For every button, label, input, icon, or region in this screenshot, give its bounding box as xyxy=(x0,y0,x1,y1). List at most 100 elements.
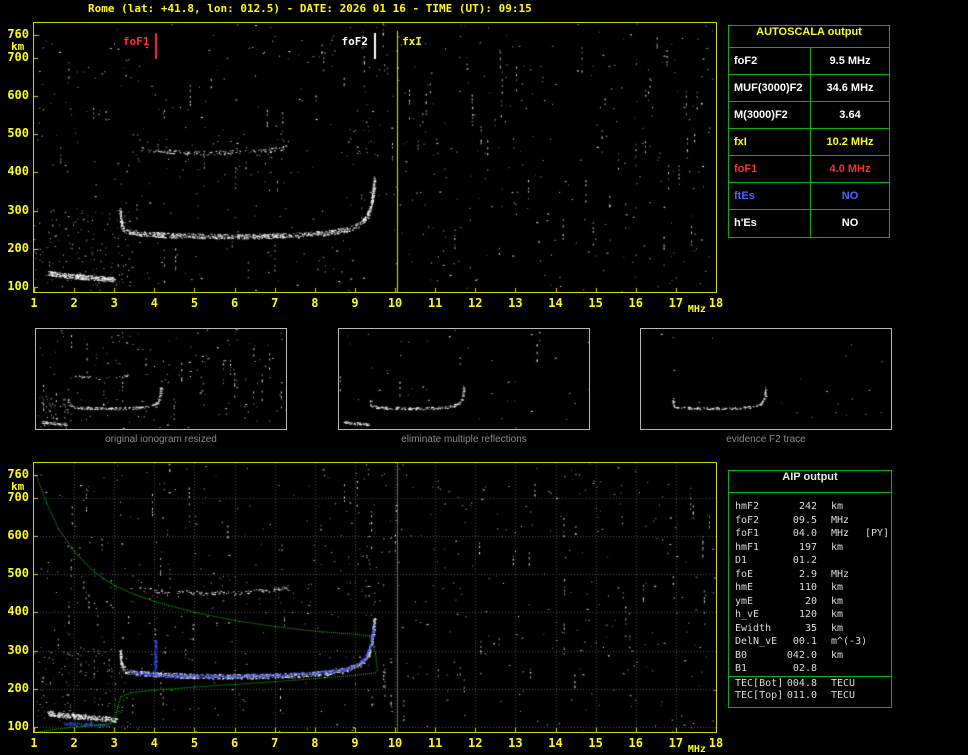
param-extra xyxy=(865,649,891,663)
param-value: 042.0 xyxy=(786,649,817,661)
x-axis-unit: MHz xyxy=(687,744,706,755)
aip-row: DelN_vE 00.1 m^(-3) xyxy=(729,635,891,649)
param-extra xyxy=(865,608,891,622)
x-tick-label: 2 xyxy=(70,736,78,750)
param-value: NO xyxy=(841,217,859,229)
y-tick-label: 760 xyxy=(7,466,29,481)
aip-row: hmE 110 km xyxy=(729,581,891,595)
param-value: 3.64 xyxy=(839,109,861,121)
x-tick-label: 18 xyxy=(708,296,724,310)
y-tick-label: 200 xyxy=(7,240,29,255)
y-axis-unit: km xyxy=(11,479,25,493)
param-extra xyxy=(865,677,891,691)
param-unit: km xyxy=(831,582,844,593)
autoscala-row: h'Es NO xyxy=(729,210,889,237)
x-tick-label: 12 xyxy=(468,296,483,310)
x-tick-label: 17 xyxy=(668,736,684,750)
aip-row: h_vE 120 km xyxy=(729,608,891,622)
param-value: 9.5 MHz xyxy=(829,55,871,67)
param-value: 4.0 MHz xyxy=(829,163,871,175)
param-unit: MHz xyxy=(831,568,850,580)
x-tick-label: 16 xyxy=(628,296,643,310)
aip-row: foE 2.9 MHz xyxy=(729,568,891,582)
x-tick-label: 9 xyxy=(351,736,359,750)
param-unit: km xyxy=(831,595,844,607)
x-tick-label: 3 xyxy=(110,736,118,750)
param-value: 04.0 xyxy=(792,528,817,539)
param-value: 004.8 xyxy=(786,677,817,689)
param-value: 2.9 xyxy=(798,568,817,580)
autoscala-window: { "title": "Rome (lat: +41.8, lon: 012.5… xyxy=(0,0,968,755)
param-unit: MHz xyxy=(831,528,850,539)
y-tick-label: 200 xyxy=(7,680,29,695)
y-tick-label: 400 xyxy=(7,604,29,619)
param-extra xyxy=(865,662,891,676)
x-tick-label: 6 xyxy=(230,296,239,310)
thumbnail-multiple-reflections-removed xyxy=(338,328,590,430)
y-tick-label: 100 xyxy=(7,279,29,294)
param-unit: TECU xyxy=(831,677,856,689)
param-value: 35 xyxy=(804,622,817,634)
param-extra xyxy=(865,554,891,568)
param-extra xyxy=(865,568,891,582)
aip-row: B0 042.0 km xyxy=(729,649,891,663)
aip-row: foF1 04.0 MHz [PY] xyxy=(729,527,891,541)
aip-row: TEC[Bot] 004.8 TECU xyxy=(729,675,891,691)
aip-row: Ewidth 35 km xyxy=(729,622,891,636)
param-label: MUF(3000)F2 xyxy=(729,75,811,101)
thumbnail-caption-f2-trace: evidence F2 trace xyxy=(726,434,806,445)
autoscala-row: foF1 4.0 MHz xyxy=(729,156,889,183)
x-tick-label: 17 xyxy=(668,296,684,310)
aip-row: hmF2 242 km xyxy=(729,500,891,514)
param-unit: km xyxy=(831,609,844,620)
param-name: TEC[Top] xyxy=(735,690,784,701)
autoscala-output-table: AUTOSCALA output foF2 9.5 MHz MUF(3000)F2 3… xyxy=(728,25,890,238)
aip-row: ymE 20 km xyxy=(729,595,891,609)
x-tick-label: 9 xyxy=(351,296,359,310)
autoscala-row: ftEs NO xyxy=(729,183,889,210)
aip-table-header: AIP output xyxy=(729,471,891,493)
param-extra xyxy=(865,500,891,514)
ionogram-canvas-top xyxy=(34,23,716,292)
param-extra xyxy=(865,595,891,609)
y-tick-label: 600 xyxy=(7,527,29,542)
marker-label-foF2: foF2 xyxy=(341,35,369,48)
thumbnail-canvas-cleaned xyxy=(339,329,589,429)
thumbnail-canvas-f2-trace xyxy=(641,329,891,429)
autoscala-row: foF2 9.5 MHz xyxy=(729,48,889,75)
param-name: D1 xyxy=(735,555,748,566)
y-tick-label: 500 xyxy=(7,566,29,581)
x-axis-unit: MHz xyxy=(687,304,706,315)
param-unit xyxy=(817,554,865,568)
param-value: 34.6 MHz xyxy=(826,82,874,94)
y-tick-label: 400 xyxy=(7,164,29,179)
x-tick-label: 11 xyxy=(427,736,443,750)
param-unit: km xyxy=(831,649,844,661)
autoscala-table-header: AUTOSCALA output xyxy=(729,26,889,48)
autoscala-row: fxI 10.2 MHz xyxy=(729,129,889,156)
x-tick-label: 7 xyxy=(271,296,279,310)
thumbnail-original-ionogram xyxy=(35,328,287,430)
param-unit: TECU xyxy=(831,690,856,701)
x-tick-label: 14 xyxy=(548,296,563,310)
param-name: ymE xyxy=(735,595,754,607)
param-extra xyxy=(865,622,891,636)
param-name: foF2 xyxy=(735,514,760,526)
aip-table-rows: hmF2 242 km foF2 09.5 MHz foF1 04.0 MHz [PY] hmF1 1… xyxy=(729,493,891,703)
param-name: hmF1 xyxy=(735,541,760,553)
param-label: ftEs xyxy=(729,183,811,209)
autoscala-row: M(3000)F2 3.64 xyxy=(729,102,889,129)
x-tick-label: 1 xyxy=(30,736,38,750)
marker-label-foF1: foF1 xyxy=(122,35,150,48)
autoscala-table-rows: foF2 9.5 MHz MUF(3000)F2 34.6 MHz M(3000)F2 3… xyxy=(729,48,889,237)
param-extra xyxy=(865,689,891,703)
aip-row: foF2 09.5 MHz xyxy=(729,514,891,528)
param-extra xyxy=(865,635,891,649)
param-name: h_vE xyxy=(735,609,760,620)
param-value: 197 xyxy=(798,541,817,553)
param-extra: [PY] xyxy=(865,528,890,539)
param-value: 10.2 MHz xyxy=(826,136,874,148)
param-extra xyxy=(865,581,891,595)
ionogram-canvas-bottom xyxy=(34,463,716,732)
param-name: B0 xyxy=(735,649,748,661)
